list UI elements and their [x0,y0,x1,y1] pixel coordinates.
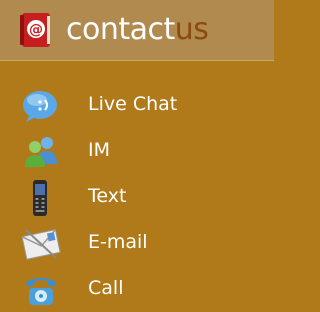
menu-item-call[interactable]: Call [0,266,274,312]
envelope-icon [21,229,61,260]
widget-header: @ contactus [0,0,274,61]
menu-item-email[interactable]: E-mail [0,220,274,266]
title-contact-text: contact [66,12,175,47]
telephone-icon [26,278,56,305]
menu-item-label: Live Chat [88,93,178,115]
contact-us-widget: @ contactus Live Chat IM Text E-mail Cal… [0,0,274,312]
title-us-text: us [174,12,209,47]
address-book-icon: @ [20,13,50,47]
widget-title: contactus [66,12,209,48]
menu-item-label: Text [88,185,127,207]
svg-text:@: @ [29,22,43,38]
menu-item-im[interactable]: IM [0,128,274,174]
instant-messenger-icon [25,137,57,167]
menu-item-text[interactable]: Text [0,174,274,220]
menu-item-live-chat[interactable]: Live Chat [0,82,274,128]
chat-bubble-icon [23,91,57,122]
menu-item-label: E-mail [88,231,148,253]
mobile-phone-icon [33,180,47,216]
menu-item-label: IM [88,139,110,161]
menu-item-label: Call [88,277,124,299]
